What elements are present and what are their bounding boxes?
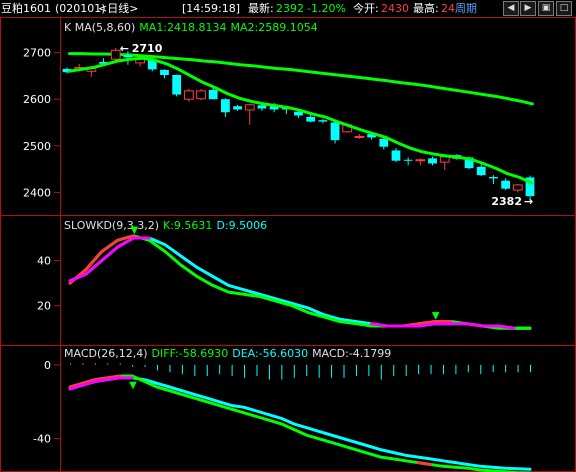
- kline-panel[interactable]: 2400 2500 2600 2700 K MA(5,8,60) MA1:2418.813…: [23, 21, 535, 208]
- price-chart[interactable]: 2400 2500 2600 2700 K MA(5,8,60) MA1:2418.813…: [0, 17, 576, 472]
- change-pct: -1.20%: [307, 2, 346, 15]
- y-tick-label: 2500: [23, 140, 51, 153]
- symbol-name: 豆粕1601: [1, 2, 51, 15]
- candle-body: [172, 74, 182, 95]
- period-label: <日线>: [98, 2, 139, 15]
- candle-body: [233, 106, 242, 110]
- macd-axis-box: [0, 345, 61, 472]
- kd-d-segment: [465, 322, 484, 328]
- candle-body: [354, 135, 365, 138]
- high-value: 24: [441, 2, 455, 15]
- candle-body: [123, 55, 133, 58]
- candle-body: [415, 159, 426, 162]
- candle-body: [294, 111, 303, 116]
- cross-marker: ▼: [130, 225, 138, 236]
- last-value: 2392: [276, 2, 304, 15]
- kd-k-line: [68, 234, 532, 330]
- last-label: 最新:: [248, 2, 274, 15]
- slowkd-panel[interactable]: 20 40 SLOWKD(9,3,3,2) K:9.5631 D:9.5006 ▼ ▼: [37, 219, 532, 330]
- candle-body: [330, 122, 340, 141]
- high-label: 最高:: [413, 2, 439, 15]
- y-tick-label: -40: [33, 433, 51, 446]
- candle-body: [391, 150, 401, 161]
- y-tick-label: 40: [37, 255, 51, 268]
- legend-entry: DIFF:-58.6930: [152, 347, 229, 360]
- panel-title-text: SLOWKD(9,3,3,2): [64, 219, 159, 232]
- candle-body: [439, 156, 450, 163]
- legend-entry: D:9.5006: [216, 219, 267, 232]
- maximize-icon[interactable]: □: [556, 1, 572, 16]
- panel-title-text: MACD(26,12,4): [64, 347, 148, 360]
- candle-body: [512, 184, 523, 191]
- arrow-right-icon[interactable]: ▶: [520, 1, 536, 16]
- panel-title: K MA(5,8,60) MA1:2418.8134 MA2:2589.1054: [64, 21, 318, 34]
- cross-marker: ▼: [432, 310, 440, 321]
- candle-body: [208, 89, 218, 100]
- candle-body: [244, 104, 255, 111]
- high-marker-label: 2710: [132, 42, 163, 55]
- high-marker: ←: [120, 42, 129, 55]
- kd-d-line: [68, 236, 532, 330]
- y-tick-label: 20: [37, 300, 51, 313]
- candle-body: [428, 158, 437, 164]
- open-label: 今开:: [353, 2, 379, 15]
- candle-body: [221, 99, 230, 113]
- candle-body: [403, 159, 413, 161]
- legend-entry: MA1:2418.8134: [139, 21, 226, 34]
- candle-body: [489, 176, 498, 179]
- candle-body: [306, 116, 316, 122]
- quote-time: [14:59:18]: [182, 2, 240, 15]
- candle-body: [160, 69, 169, 75]
- chart-border: [0, 17, 576, 472]
- macd-dea-line: [68, 376, 532, 471]
- y-tick-label: 2600: [23, 93, 51, 106]
- macd-up-segment: [416, 461, 433, 466]
- ma-fast-line: [67, 56, 534, 185]
- open-value: 2430: [381, 2, 409, 15]
- y-tick-label: 2400: [23, 186, 51, 199]
- low-marker: →: [524, 195, 533, 208]
- legend-entry: MA2:2589.1054: [231, 21, 318, 34]
- legend-entry: K:9.5631: [163, 219, 212, 232]
- panel-title: SLOWKD(9,3,3,2) K:9.5631 D:9.5006: [64, 219, 267, 232]
- y-tick-label: 2700: [23, 47, 51, 60]
- macd-dea-segment: [105, 376, 122, 382]
- candle-body: [379, 138, 389, 147]
- macd-dea-segment: [93, 378, 109, 383]
- window-icon[interactable]: ▣: [538, 1, 554, 16]
- cross-marker: ▼: [129, 380, 137, 391]
- candle-body: [318, 120, 328, 122]
- y-tick-label: 0: [44, 359, 51, 372]
- panel-title: MACD(26,12,4) DIFF:-58.6930 DEA:-56.6030 MA…: [64, 347, 391, 360]
- macd-diff-line: [68, 374, 532, 472]
- candle-body: [476, 166, 486, 176]
- quote-header: 豆粕1601 (020101) <日线> [14:59:18] 最新: 2392…: [0, 0, 576, 17]
- low-marker-label: 2382: [491, 195, 522, 208]
- arrow-left-icon[interactable]: ◀: [503, 1, 519, 16]
- candle-body: [183, 90, 194, 100]
- chart-frames: [0, 17, 576, 472]
- candle-body: [257, 105, 267, 109]
- panel-title-text: K MA(5,8,60): [64, 21, 135, 34]
- legend-entry: DEA:-56.6030: [232, 347, 308, 360]
- candle-body: [196, 90, 206, 100]
- legend-entry: MACD:-4.1799: [312, 347, 391, 360]
- candle-body: [501, 180, 511, 189]
- macd-panel[interactable]: 0 -40 MACD(26,12,4) DIFF:-58.6930 DEA:-56.60…: [33, 347, 532, 472]
- period-button[interactable]: 周期: [455, 0, 477, 17]
